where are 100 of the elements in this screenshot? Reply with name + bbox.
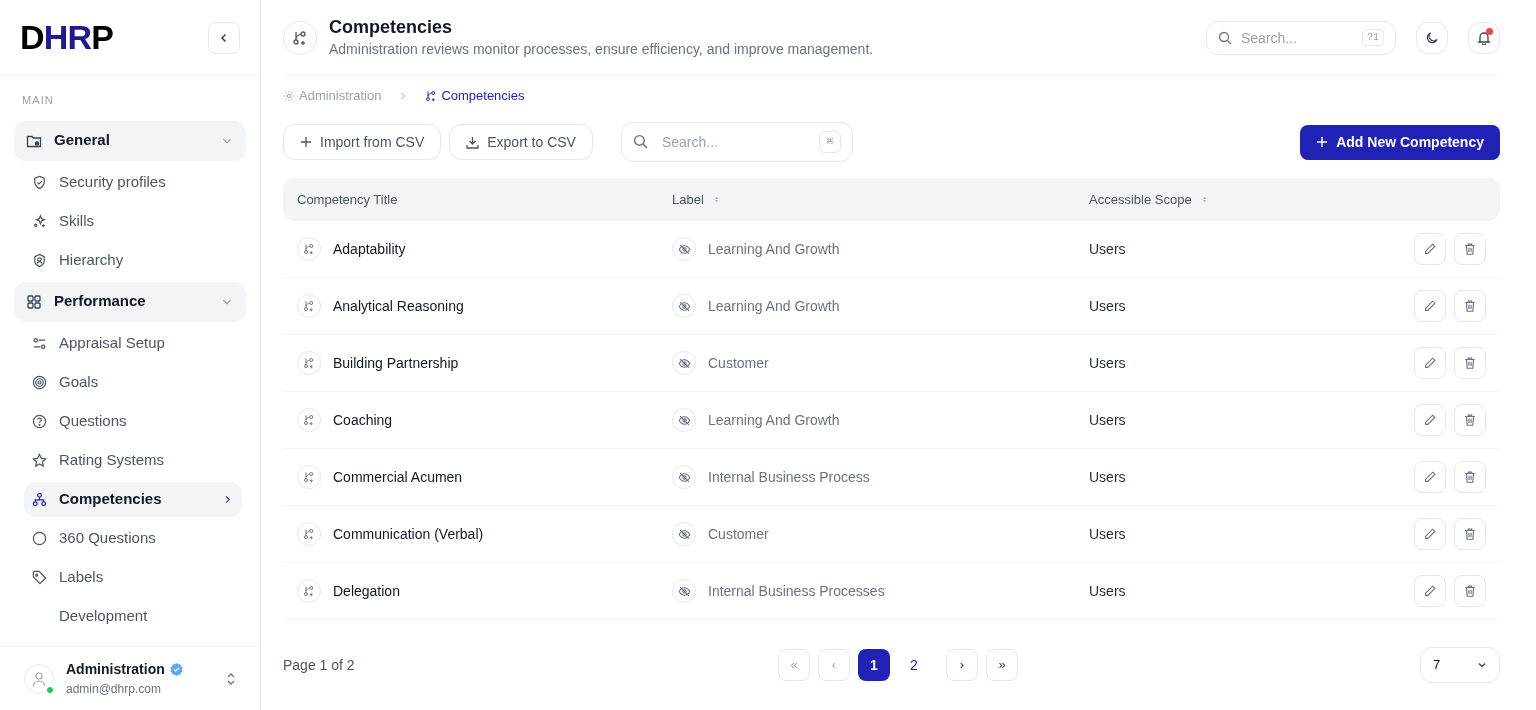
network-icon (32, 491, 47, 507)
next-page-button[interactable]: › (946, 649, 978, 681)
pencil-icon (1423, 527, 1437, 541)
expand-icon[interactable] (226, 671, 236, 686)
table-cell-text: Building Partnership (333, 353, 459, 373)
eye-off-icon (677, 584, 691, 598)
edit-button[interactable] (1414, 575, 1446, 607)
eye-off-icon (677, 527, 691, 541)
table-cell-text: Learning And Growth (708, 239, 840, 259)
breadcrumb-link[interactable]: Competencies (425, 86, 525, 106)
trash-icon (1463, 584, 1477, 598)
delete-button[interactable] (1454, 233, 1486, 265)
nav-item[interactable]: Skills (24, 203, 242, 239)
table-cell-text: Users (1089, 467, 1127, 487)
notification-button[interactable] (1468, 21, 1500, 54)
section-label: MAIN (21, 93, 55, 108)
tag-icon (32, 569, 47, 585)
nav-item[interactable]: Hierarchy (24, 242, 242, 278)
trash-icon (1463, 527, 1477, 541)
eye-off-icon (677, 299, 691, 313)
nav-item[interactable]: 360 Questions (24, 520, 242, 556)
edit-button[interactable] (1414, 290, 1446, 322)
theme-button[interactable] (1416, 21, 1448, 54)
pencil-icon (1423, 413, 1437, 427)
nav-item[interactable]: Appraisal Setup (24, 325, 242, 361)
collapse-button[interactable] (208, 21, 240, 54)
column-header[interactable]: Label (672, 189, 704, 210)
branch-icon (303, 471, 315, 483)
chevron-down-icon (1477, 660, 1487, 670)
table-cell-text: Customer (708, 353, 769, 373)
branch-icon (303, 300, 315, 312)
grid-icon (26, 293, 42, 310)
pencil-icon (1423, 356, 1437, 370)
user-name: Administration (66, 660, 165, 679)
table-cell-text: Learning And Growth (708, 296, 840, 316)
table-cell-text: Users (1089, 581, 1127, 601)
nav-group[interactable]: General (14, 120, 246, 161)
bell-icon (1477, 30, 1491, 45)
import-button[interactable]: Import from CSV (283, 124, 442, 160)
table-cell-text: Learning And Growth (708, 410, 840, 430)
eye-off-icon (677, 413, 691, 427)
download-icon (466, 135, 480, 149)
sliders-icon (32, 335, 47, 351)
edit-button[interactable] (1414, 518, 1446, 550)
pencil-icon (1423, 584, 1437, 598)
person-badge-icon (32, 252, 47, 268)
eye-off-icon (677, 242, 691, 256)
delete-button[interactable] (1454, 290, 1486, 322)
nav-item[interactable]: Rating Systems (24, 442, 242, 478)
branch-icon (303, 528, 315, 540)
nav-item[interactable]: Development (24, 598, 242, 634)
column-header[interactable]: Accessible Scope (1089, 189, 1192, 210)
page-button[interactable]: 1 (858, 649, 890, 681)
last-page-button[interactable]: » (986, 649, 1018, 681)
page-summary: Page 1 of 2 (283, 655, 356, 675)
edit-button[interactable] (1414, 461, 1446, 493)
pencil-icon (1423, 242, 1437, 256)
edit-button[interactable] (1414, 233, 1446, 265)
user-icon (31, 670, 47, 687)
branch-icon (303, 414, 315, 426)
nav-item[interactable]: Competencies (24, 481, 242, 517)
page-size-select[interactable]: 7 (1420, 647, 1500, 683)
trash-icon (1463, 470, 1477, 484)
nav-item[interactable]: Labels (24, 559, 242, 595)
logo: DHRP (20, 17, 113, 58)
edit-button[interactable] (1414, 347, 1446, 379)
nav-group[interactable]: Performance (14, 281, 246, 322)
delete-button[interactable] (1454, 404, 1486, 436)
shortcut-key: ?1 (1362, 28, 1384, 46)
column-header[interactable]: Competency Title (297, 189, 398, 210)
help-icon (32, 413, 47, 429)
eye-off-icon (677, 470, 691, 484)
edit-button[interactable] (1414, 404, 1446, 436)
delete-button[interactable] (1454, 461, 1486, 493)
gear-icon (283, 90, 295, 102)
nav-item[interactable]: Security profiles (24, 164, 242, 200)
table-cell-text: Commercial Acumen (333, 467, 463, 487)
pencil-icon (1423, 299, 1437, 313)
delete-button[interactable] (1454, 347, 1486, 379)
plus-icon (1316, 136, 1329, 148)
delete-button[interactable] (1454, 575, 1486, 607)
nav-item[interactable]: Goals (24, 364, 242, 400)
table-cell-text: Users (1089, 296, 1127, 316)
delete-button[interactable] (1454, 518, 1486, 550)
branch-icon (303, 357, 315, 369)
page-button[interactable]: 2 (898, 649, 930, 681)
table-cell-text: Coaching (333, 410, 393, 430)
nav-item[interactable]: Questions (24, 403, 242, 439)
page-title: Competencies (329, 16, 454, 39)
table-cell-text: Users (1089, 239, 1127, 259)
user-email: admin@dhrp.com (66, 681, 162, 698)
trash-icon (1463, 242, 1477, 256)
table-cell-text: Analytical Reasoning (333, 296, 464, 316)
plus-icon (300, 136, 312, 148)
branch-icon (303, 585, 315, 597)
branch-icon (303, 243, 315, 255)
add-competency-button[interactable]: Add New Competency (1300, 124, 1500, 160)
table-cell-text: Communication (Verbal) (333, 524, 484, 544)
eye-off-icon (677, 356, 691, 370)
export-button[interactable]: Export to CSV (449, 124, 593, 160)
